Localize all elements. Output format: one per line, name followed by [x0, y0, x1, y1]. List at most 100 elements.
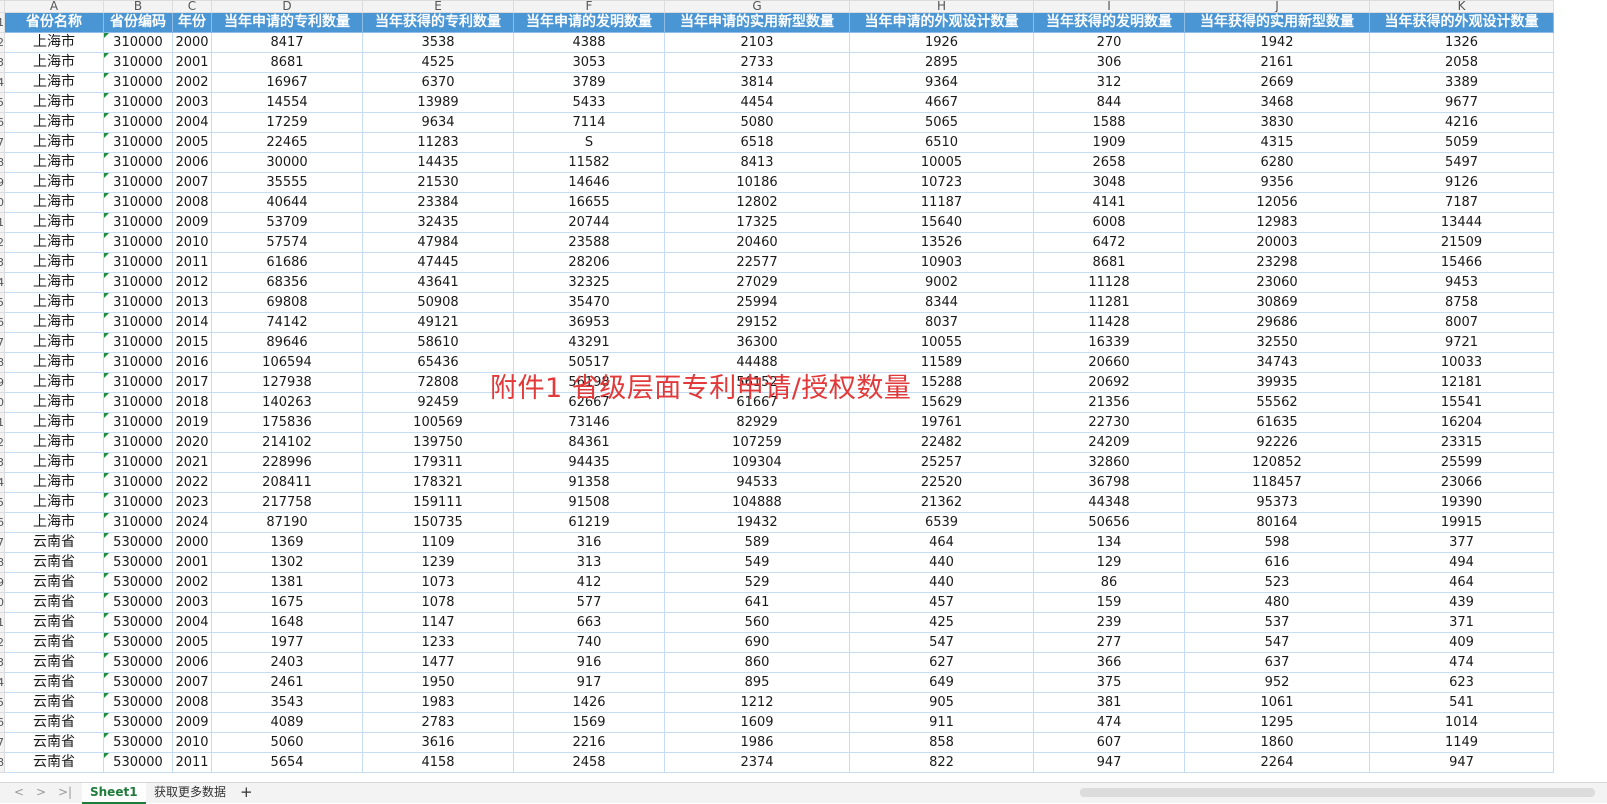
- table-cell[interactable]: 1477: [362, 652, 514, 673]
- table-cell[interactable]: 5433: [513, 92, 665, 113]
- table-cell[interactable]: 94435: [513, 452, 665, 473]
- row-number[interactable]: 11: [0, 212, 5, 233]
- table-cell[interactable]: 17259: [211, 112, 363, 133]
- table-cell[interactable]: 15466: [1369, 252, 1554, 273]
- table-cell[interactable]: 1569: [513, 712, 665, 733]
- table-cell[interactable]: 439: [1369, 592, 1554, 613]
- table-cell[interactable]: 530000: [103, 592, 173, 613]
- table-cell[interactable]: 1147: [362, 612, 514, 633]
- table-cell[interactable]: 310000: [103, 292, 173, 313]
- table-cell[interactable]: 310000: [103, 492, 173, 513]
- table-cell[interactable]: 2020: [172, 432, 212, 453]
- row-number[interactable]: 8: [0, 152, 5, 173]
- table-cell[interactable]: 134: [1033, 532, 1185, 553]
- table-cell[interactable]: 530000: [103, 672, 173, 693]
- table-cell[interactable]: 1381: [211, 572, 363, 593]
- table-cell[interactable]: 2669: [1184, 72, 1370, 93]
- table-cell[interactable]: 3468: [1184, 92, 1370, 113]
- table-cell[interactable]: 2000: [172, 532, 212, 553]
- table-cell[interactable]: 310000: [103, 512, 173, 533]
- horizontal-scrollbar[interactable]: [1080, 788, 1595, 797]
- table-cell[interactable]: 3543: [211, 692, 363, 713]
- table-cell[interactable]: 1926: [849, 32, 1034, 53]
- table-cell[interactable]: 175836: [211, 412, 363, 433]
- table-cell[interactable]: 12983: [1184, 212, 1370, 233]
- table-cell[interactable]: 2012: [172, 272, 212, 293]
- table-cell[interactable]: 上海市: [4, 392, 104, 413]
- table-cell[interactable]: 530000: [103, 652, 173, 673]
- table-cell[interactable]: 2008: [172, 192, 212, 213]
- row-number[interactable]: 2: [0, 32, 5, 53]
- table-cell[interactable]: 6539: [849, 512, 1034, 533]
- table-cell[interactable]: 3048: [1033, 172, 1185, 193]
- table-cell[interactable]: 57574: [211, 232, 363, 253]
- table-cell[interactable]: 310000: [103, 72, 173, 93]
- table-cell[interactable]: 20692: [1033, 372, 1185, 393]
- table-cell[interactable]: 480: [1184, 592, 1370, 613]
- table-cell[interactable]: 15629: [849, 392, 1034, 413]
- row-number[interactable]: 13: [0, 252, 5, 273]
- table-cell[interactable]: 22465: [211, 132, 363, 153]
- table-cell[interactable]: 109304: [664, 452, 850, 473]
- row-number[interactable]: 9: [0, 172, 5, 193]
- table-cell[interactable]: 412: [513, 572, 665, 593]
- table-cell[interactable]: 3538: [362, 32, 514, 53]
- table-cell[interactable]: 529: [664, 572, 850, 593]
- table-cell[interactable]: 8413: [664, 152, 850, 173]
- table-cell[interactable]: 95373: [1184, 492, 1370, 513]
- table-cell[interactable]: 14435: [362, 152, 514, 173]
- table-cell[interactable]: 911: [849, 712, 1034, 733]
- header-cell[interactable]: 当年申请的外观设计数量: [849, 12, 1034, 33]
- table-cell[interactable]: 16204: [1369, 412, 1554, 433]
- table-cell[interactable]: 2161: [1184, 52, 1370, 73]
- table-cell[interactable]: 12056: [1184, 192, 1370, 213]
- table-cell[interactable]: 2461: [211, 672, 363, 693]
- table-cell[interactable]: 10903: [849, 252, 1034, 273]
- header-cell[interactable]: 当年获得的专利数量: [362, 12, 514, 33]
- table-cell[interactable]: 310000: [103, 52, 173, 73]
- table-cell[interactable]: 916: [513, 652, 665, 673]
- table-cell[interactable]: 32550: [1184, 332, 1370, 353]
- table-cell[interactable]: 2783: [362, 712, 514, 733]
- table-cell[interactable]: 530000: [103, 612, 173, 633]
- table-cell[interactable]: 61635: [1184, 412, 1370, 433]
- table-cell[interactable]: 9126: [1369, 172, 1554, 193]
- table-cell[interactable]: 92459: [362, 392, 514, 413]
- table-cell[interactable]: 1295: [1184, 712, 1370, 733]
- table-cell[interactable]: 43291: [513, 332, 665, 353]
- table-cell[interactable]: 34743: [1184, 352, 1370, 373]
- table-cell[interactable]: 530000: [103, 532, 173, 553]
- table-cell[interactable]: 14554: [211, 92, 363, 113]
- table-cell[interactable]: 上海市: [4, 412, 104, 433]
- table-cell[interactable]: 84361: [513, 432, 665, 453]
- table-cell[interactable]: 22730: [1033, 412, 1185, 433]
- table-cell[interactable]: 179311: [362, 452, 514, 473]
- table-cell[interactable]: 上海市: [4, 72, 104, 93]
- table-cell[interactable]: 530000: [103, 692, 173, 713]
- table-cell[interactable]: 208411: [211, 472, 363, 493]
- table-cell[interactable]: 310000: [103, 212, 173, 233]
- table-cell[interactable]: 23588: [513, 232, 665, 253]
- table-cell[interactable]: 20744: [513, 212, 665, 233]
- row-number[interactable]: 1: [0, 12, 5, 33]
- row-number[interactable]: 14: [0, 272, 5, 293]
- table-cell[interactable]: 310000: [103, 32, 173, 53]
- table-cell[interactable]: 2001: [172, 552, 212, 573]
- table-cell[interactable]: 上海市: [4, 512, 104, 533]
- table-cell[interactable]: 10005: [849, 152, 1034, 173]
- table-cell[interactable]: 9364: [849, 72, 1034, 93]
- table-cell[interactable]: 607: [1033, 732, 1185, 753]
- header-cell[interactable]: 当年申请的实用新型数量: [664, 12, 850, 33]
- table-cell[interactable]: 106594: [211, 352, 363, 373]
- table-cell[interactable]: 24209: [1033, 432, 1185, 453]
- row-number[interactable]: 30: [0, 592, 5, 613]
- table-cell[interactable]: 2016: [172, 352, 212, 373]
- table-cell[interactable]: 云南省: [4, 732, 104, 753]
- table-cell[interactable]: 381: [1033, 692, 1185, 713]
- table-cell[interactable]: 947: [1033, 752, 1185, 773]
- table-cell[interactable]: 3789: [513, 72, 665, 93]
- table-cell[interactable]: 5065: [849, 112, 1034, 133]
- table-cell[interactable]: 310000: [103, 392, 173, 413]
- table-cell[interactable]: 2023: [172, 492, 212, 513]
- table-cell[interactable]: 20003: [1184, 232, 1370, 253]
